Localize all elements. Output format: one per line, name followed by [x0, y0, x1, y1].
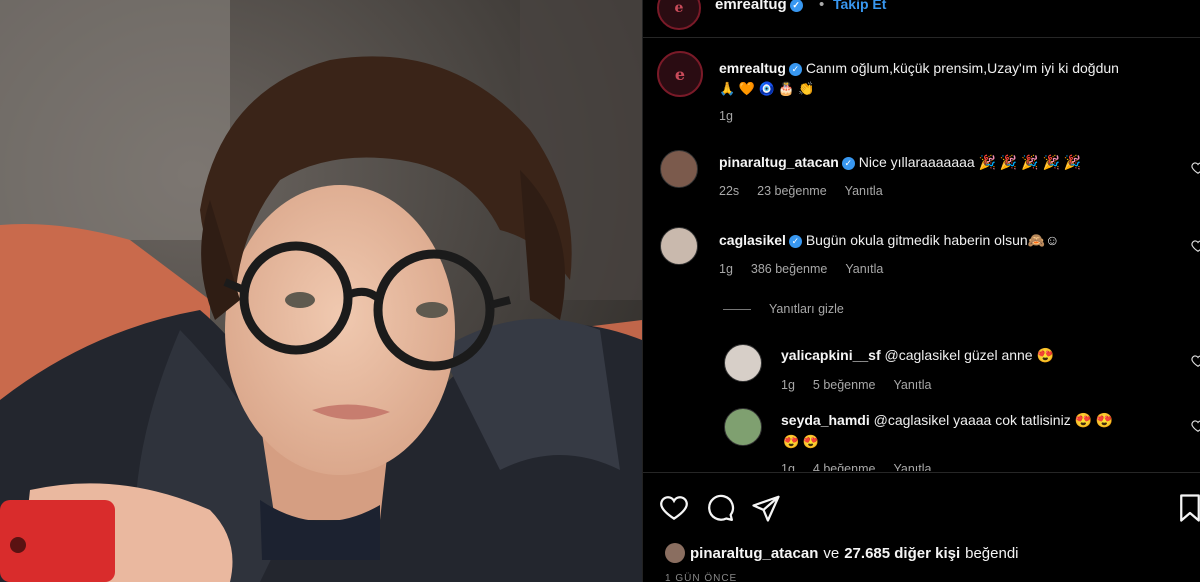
- verified-badge-icon: ✓: [788, 235, 802, 248]
- caption-text: Canım oğlum,küçük prensim,Uzay'ım iyi ki…: [805, 60, 1119, 76]
- likes-count[interactable]: 27.685 diğer kişi: [844, 545, 960, 562]
- commenter-avatar[interactable]: [660, 150, 698, 188]
- likes-suffix: beğendi: [965, 544, 1019, 562]
- commenter-avatar[interactable]: [660, 227, 698, 265]
- reply-button[interactable]: Yanıtla: [893, 378, 931, 392]
- post-image: [0, 0, 642, 582]
- reply-meta: 1g 4 beğenme Yanıtla: [781, 462, 949, 471]
- comment-likes[interactable]: 386 beğenme: [751, 262, 827, 276]
- caption-emoji-line: 🙏 🧡 🧿 🎂 👏: [719, 81, 815, 96]
- header-separator: •: [819, 0, 825, 13]
- comment-text: Bugün okula gitmedik haberin olsun🙈☺: [805, 232, 1060, 248]
- reply-username[interactable]: seyda_hamdi: [781, 412, 870, 428]
- verified-badge-icon: ✓: [841, 157, 855, 170]
- reply: seyda_hamdi @caglasikel yaaaa cok tatlis…: [781, 412, 1113, 429]
- comment-bubble-icon[interactable]: [705, 493, 735, 523]
- reply-button[interactable]: Yanıtla: [845, 262, 883, 276]
- reply-time[interactable]: 1g: [781, 378, 795, 392]
- comment-time[interactable]: 22s: [719, 184, 739, 198]
- comments-list[interactable]: e emrealtug ✓ Canım oğlum,küçük prensim,U…: [643, 39, 1200, 471]
- replier-avatar[interactable]: [724, 408, 762, 446]
- verified-badge-icon: ✓: [788, 63, 802, 76]
- comment-meta: 22s 23 beğenme Yanıtla: [719, 184, 901, 198]
- reply: yalicapkini__sf @caglasikel güzel anne 😍: [781, 347, 1054, 364]
- post-actions: pinaraltug_atacan ve 27.685 diğer kişi b…: [643, 472, 1200, 582]
- share-send-icon[interactable]: [751, 493, 781, 523]
- caption-time[interactable]: 1g: [719, 109, 733, 123]
- post-photo[interactable]: [0, 0, 642, 582]
- follow-button[interactable]: Takip Et: [833, 0, 886, 12]
- author-avatar[interactable]: e: [657, 0, 701, 30]
- reply-username[interactable]: yalicapkini__sf: [781, 347, 881, 363]
- comment-time[interactable]: 1g: [719, 262, 733, 276]
- post-panel: e emrealtug ✓ • Takip Et e emrealtug ✓ Can…: [642, 0, 1200, 582]
- reply-text-line2: 😍 😍: [783, 434, 819, 449]
- reply-likes[interactable]: 4 beğenme: [813, 462, 876, 471]
- comment: caglasikel ✓ Bugün okula gitmedik haberin…: [719, 232, 1059, 249]
- reply-button[interactable]: Yanıtla: [845, 184, 883, 198]
- hide-replies-line: [723, 309, 751, 310]
- like-heart-icon[interactable]: [659, 493, 689, 523]
- comment-username[interactable]: pinaraltug_atacan: [719, 154, 839, 170]
- bookmark-save-icon[interactable]: [1175, 493, 1200, 523]
- comment: pinaraltug_atacan ✓ Nice yıllaraaaaaaa 🎉 …: [719, 154, 1081, 171]
- likes-summary: pinaraltug_atacan ve 27.685 diğer kişi b…: [665, 543, 1019, 563]
- liker-avatar[interactable]: [665, 543, 685, 563]
- liker-username[interactable]: pinaraltug_atacan: [690, 545, 818, 562]
- replier-avatar[interactable]: [724, 344, 762, 382]
- comment-likes[interactable]: 23 beğenme: [757, 184, 827, 198]
- post-header: e emrealtug ✓ • Takip Et: [643, 0, 1200, 38]
- caption: emrealtug ✓ Canım oğlum,küçük prensim,Uza…: [719, 60, 1119, 76]
- author-username-text[interactable]: emrealtug: [715, 0, 787, 13]
- caption-meta: 1g: [719, 109, 751, 123]
- likes-connector: ve: [823, 544, 840, 562]
- comment-username[interactable]: caglasikel: [719, 232, 786, 248]
- reply-button[interactable]: Yanıtla: [893, 462, 931, 471]
- comment-like-heart-icon[interactable]: [1191, 161, 1200, 175]
- verified-badge-icon: ✓: [789, 0, 803, 12]
- comment-like-heart-icon[interactable]: [1191, 239, 1200, 253]
- reply-like-heart-icon[interactable]: [1191, 354, 1200, 368]
- caption-avatar[interactable]: e: [657, 51, 703, 97]
- author-username[interactable]: emrealtug ✓: [715, 0, 803, 13]
- reply-like-heart-icon[interactable]: [1191, 419, 1200, 433]
- reply-text: @caglasikel yaaaa cok tatlisiniz 😍 😍: [873, 412, 1114, 428]
- reply-text: @caglasikel güzel anne 😍: [884, 347, 1054, 363]
- reply-meta: 1g 5 beğenme Yanıtla: [781, 378, 949, 392]
- reply-likes[interactable]: 5 beğenme: [813, 378, 876, 392]
- caption-username[interactable]: emrealtug: [719, 60, 786, 76]
- comment-meta: 1g 386 beğenme Yanıtla: [719, 262, 901, 276]
- post-date[interactable]: 1 GÜN ÖNCE: [665, 573, 737, 582]
- reply-time[interactable]: 1g: [781, 462, 795, 471]
- comment-text: Nice yıllaraaaaaaa 🎉 🎉 🎉 🎉 🎉: [858, 154, 1082, 170]
- hide-replies-button[interactable]: Yanıtları gizle: [769, 302, 844, 316]
